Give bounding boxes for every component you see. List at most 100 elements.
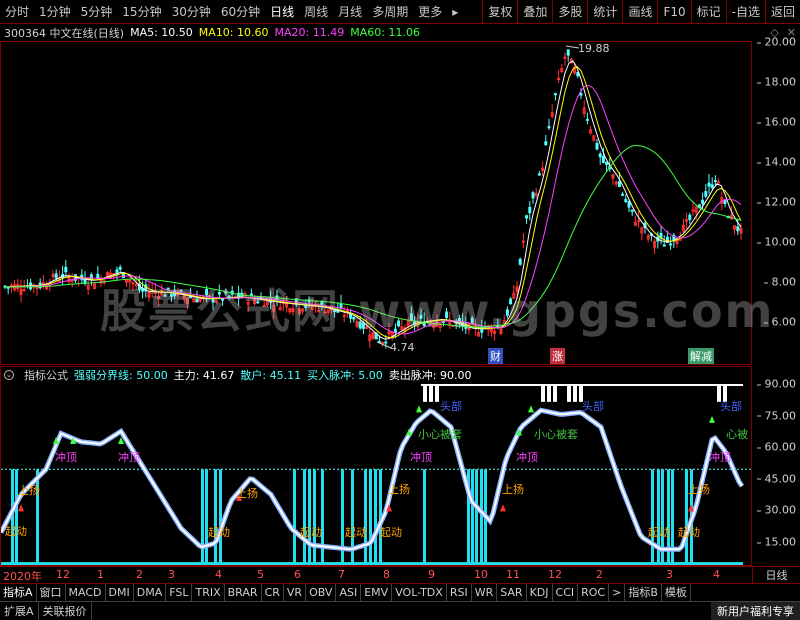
indicator-tab-0[interactable]: 指标A [0, 583, 37, 602]
price-axis-tick: 6.00 [763, 315, 796, 329]
toolbar-button-3[interactable]: 统计 [587, 0, 622, 24]
candle-body [579, 93, 583, 96]
event-tag-limit-up[interactable]: 涨 [550, 348, 565, 364]
toolbar-button-4[interactable]: 画线 [622, 0, 657, 24]
period-tab-6[interactable]: 日线 [265, 0, 299, 24]
period-tab-4[interactable]: 30分钟 [167, 0, 216, 24]
period-tab-10[interactable]: 更多 [413, 0, 447, 24]
period-tab-0[interactable]: 分时 [0, 0, 34, 24]
indicator-canvas [1, 384, 751, 565]
indicator-tab-6[interactable]: TRIX [192, 583, 225, 602]
candle-body [547, 126, 551, 129]
news-ticker[interactable]: 新用户福利专享 [711, 601, 800, 620]
indicator-axis-tick: 45.00 [756, 472, 796, 486]
candle-body [531, 192, 535, 199]
indicator-tab-20[interactable]: > [609, 583, 626, 602]
linked-quote-button[interactable]: 关联报价 [39, 601, 92, 620]
candle-body [701, 199, 705, 205]
buy-pulse-bar [313, 469, 316, 565]
toolbar-button-0[interactable]: 复权 [482, 0, 517, 24]
indicator-tab-3[interactable]: DMI [106, 583, 134, 602]
collapse-icon[interactable]: ⌄ [4, 369, 14, 380]
indicator-tab-21[interactable]: 指标B [625, 583, 662, 602]
toolbar-button-6[interactable]: 标记 [690, 0, 726, 24]
candle-body [566, 49, 570, 56]
toolbar-button-8[interactable]: 返回 [764, 0, 800, 24]
ma-info-bar: 300364 中文在线(日线) MA5: 10.50 MA10: 10.60 M… [0, 24, 800, 41]
signal-label: 冲顶 [516, 451, 538, 464]
period-tab-3[interactable]: 15分钟 [117, 0, 166, 24]
indicator-tab-4[interactable]: DMA [134, 583, 167, 602]
event-tag-earnings[interactable]: 财 [488, 348, 503, 364]
price-axis-tick: 18.00 [756, 75, 796, 89]
toolbar-button-5[interactable]: F10 [657, 0, 690, 24]
buy-pulse-value: 买入脉冲: 5.00 [307, 368, 383, 382]
indicator-axis-tick: 75.00 [756, 409, 796, 423]
period-tab-5[interactable]: 60分钟 [216, 0, 265, 24]
buy-pulse-bar [205, 469, 208, 565]
indicator-tab-22[interactable]: 模板 [662, 583, 691, 602]
price-axis-tick: 14.00 [756, 155, 796, 169]
high-price-label: 19.88 [578, 42, 610, 55]
sell-pulse-bar [567, 385, 571, 402]
toolbar-button-2[interactable]: 多股 [552, 0, 587, 24]
indicator-tab-16[interactable]: SAR [497, 583, 527, 602]
indicator-axis-tick: 30.00 [756, 503, 796, 517]
period-tab-7[interactable]: 周线 [299, 0, 333, 24]
indicator-tab-7[interactable]: BRAR [225, 583, 262, 602]
sell-pulse-bar [573, 385, 577, 402]
period-tab-8[interactable]: 月线 [333, 0, 367, 24]
ma20-value: MA20: 11.49 [274, 26, 345, 39]
buy-pulse-bar [303, 469, 306, 565]
candle-body [637, 220, 641, 223]
up-arrow-icon [416, 405, 422, 413]
indicator-chart[interactable] [0, 366, 752, 566]
indicator-tab-11[interactable]: ASI [336, 583, 362, 602]
toolbar-button-7[interactable]: -自选 [725, 0, 765, 24]
signal-label: 冲顶 [410, 451, 432, 464]
candle-body [115, 269, 119, 274]
buy-arrow-icon [500, 504, 506, 512]
more-arrow-icon[interactable]: ▸ [447, 0, 463, 24]
candle-body [617, 181, 621, 188]
indicator-tab-1[interactable]: 窗口 [37, 583, 66, 602]
indicator-axis-tick: 60.00 [756, 440, 796, 454]
signal-label: 头部 [582, 400, 604, 413]
period-label[interactable]: 日线 [752, 567, 800, 584]
indicator-tab-15[interactable]: WR [472, 583, 498, 602]
indicator-tab-5[interactable]: FSL [166, 583, 193, 602]
signal-label: 起动 [380, 526, 402, 539]
toolbar-button-1[interactable]: 叠加 [517, 0, 552, 24]
candle-body [384, 341, 388, 344]
indicator-tab-2[interactable]: MACD [66, 583, 106, 602]
month-tick: 7 [338, 568, 345, 581]
indicator-tab-13[interactable]: VOL-TDX [392, 583, 447, 602]
month-tick: 11 [506, 568, 520, 581]
indicator-tab-18[interactable]: CCI [553, 583, 579, 602]
period-tab-1[interactable]: 1分钟 [34, 0, 76, 24]
candle-body [54, 273, 58, 279]
period-tab-9[interactable]: 多周期 [367, 0, 413, 24]
candle-body [624, 199, 628, 202]
indicator-tab-17[interactable]: KDJ [527, 583, 553, 602]
buy-pulse-bar [201, 469, 204, 565]
expand-button[interactable]: 扩展A [0, 601, 39, 620]
event-tag-unlock[interactable]: 解减 [688, 348, 714, 364]
candle-body [662, 244, 666, 247]
buy-pulse-bar [293, 469, 296, 565]
period-tab-2[interactable]: 5分钟 [76, 0, 118, 24]
candle-body [630, 209, 634, 212]
indicator-tab-9[interactable]: VR [284, 583, 307, 602]
candle-body [707, 182, 711, 187]
indicator-tab-8[interactable]: CR [262, 583, 284, 602]
candle-body [518, 258, 522, 265]
indicator-tab-19[interactable]: ROC [578, 583, 610, 602]
indicator-tab-12[interactable]: EMV [361, 583, 393, 602]
sell-pulse-bar [423, 385, 427, 402]
indicator-tab-10[interactable]: OBV [306, 583, 337, 602]
candle-body [605, 161, 609, 165]
indicator-tab-14[interactable]: RSI [447, 583, 472, 602]
buy-pulse-bar [214, 469, 217, 565]
buy-pulse-bar [364, 469, 367, 565]
indicator-name[interactable]: 指标公式 [24, 367, 68, 383]
